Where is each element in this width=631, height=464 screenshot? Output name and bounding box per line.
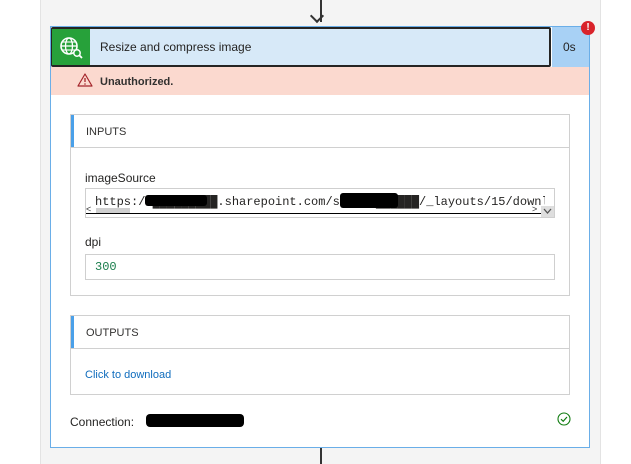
dpi-label: dpi [85,235,102,249]
action-icon-tile [52,29,90,65]
check-circle-icon [557,412,571,426]
connection-name-redacted[interactable] [146,414,244,427]
inputs-section-title: INPUTS [86,126,127,138]
action-title: Resize and compress image [100,40,252,54]
error-badge-icon: ! [581,21,595,35]
scroll-left-icon[interactable]: < [86,204,91,214]
redaction-mark [145,195,207,206]
outputs-section-title: OUTPUTS [86,327,139,339]
scroll-down-icon[interactable] [541,206,554,217]
warning-triangle-icon [77,73,93,87]
connector-line-bottom [320,448,322,464]
canvas-divider [600,0,601,464]
dpi-value: 300 [95,260,117,274]
redaction-mark [340,193,398,208]
error-message: Unauthorized. [100,76,174,88]
duration-label: 0s [563,40,576,54]
section-accent-bar [71,115,74,147]
horizontal-scrollbar[interactable]: < > [86,204,554,215]
inputs-section-header[interactable]: INPUTS [71,115,569,148]
image-source-label: imageSource [85,171,156,185]
connection-label: Connection: [70,415,135,429]
scrollbar-track [86,213,541,214]
canvas-divider [40,0,41,464]
outputs-section-header[interactable]: OUTPUTS [71,316,569,349]
scroll-right-icon[interactable]: > [532,204,537,214]
globe-search-icon [60,37,83,59]
download-link[interactable]: Click to download [85,369,171,381]
dpi-field[interactable]: 300 [85,254,555,280]
section-accent-bar [71,316,74,348]
outputs-section: OUTPUTS [70,315,570,395]
